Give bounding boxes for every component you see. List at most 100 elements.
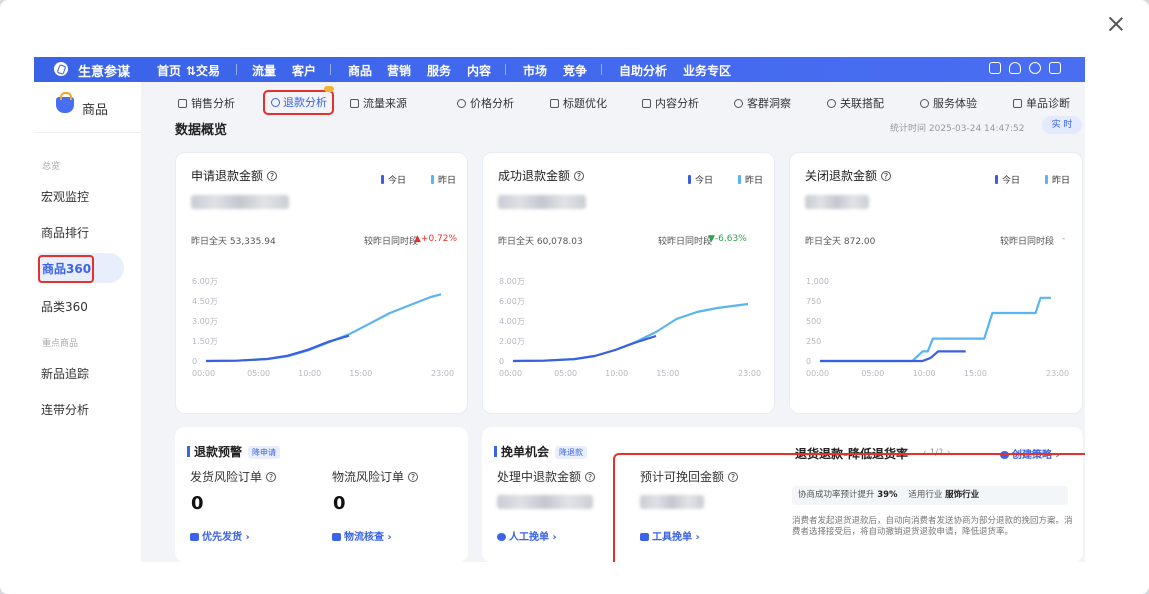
sidebar-item-new-product-tracking[interactable]: 新品追踪 — [41, 365, 89, 382]
y-tick-label: 250 — [806, 337, 821, 346]
priority-ship-link[interactable]: 优先发货 › — [190, 528, 250, 543]
sidebar-item-macro-monitor[interactable]: 宏观监控 — [41, 188, 89, 205]
tab-sales-analysis[interactable]: 销售分析 — [178, 95, 235, 111]
legend-yesterday: 昨日 — [738, 173, 763, 186]
tab-service-experience[interactable]: 服务体验 — [920, 95, 977, 111]
realtime-button[interactable]: 实 时 — [1042, 116, 1082, 134]
series-line-yesterday — [205, 293, 442, 363]
nav-product[interactable]: 商品 — [348, 62, 372, 79]
x-tick-label: 00:00 — [192, 369, 215, 378]
y-tick-label: 4.50万 — [192, 297, 218, 306]
nav-market[interactable]: 市场 — [523, 62, 547, 79]
refund-success-chart: 0 2.00万 4.00万 6.00万 8.00万 00:00 05:00 10:00 15:0… — [499, 277, 761, 378]
metric-card-apply-refund: 申请退款金额? 今日 昨日 昨日全天 53,335.94 较昨日同时段 ▲+0.… — [175, 152, 468, 414]
legend-swatch — [738, 175, 741, 184]
nav-service[interactable]: 服务 — [427, 62, 451, 79]
truck-icon — [190, 533, 199, 541]
user-icon[interactable] — [1009, 62, 1021, 74]
traffic-icon — [350, 99, 359, 108]
tab-refund-analysis[interactable]: 退款分析 — [263, 90, 334, 115]
legend-today: 今日 — [688, 173, 713, 186]
logistics-icon — [332, 533, 341, 541]
nav-self-analysis[interactable]: 自助分析 — [619, 62, 667, 79]
sidebar-item-bundle-analysis[interactable]: 连带分析 — [41, 401, 89, 418]
tab-audience-insight[interactable]: 客群洞察 — [734, 95, 791, 111]
redacted-value — [497, 495, 593, 509]
message-icon[interactable] — [989, 62, 1001, 74]
yesterday-total: 昨日全天 60,078.03 — [498, 237, 583, 247]
redacted-value — [805, 195, 869, 209]
refund-warning-card: 退款预警 降申请 发货风险订单? 0 优先发货 › 物流风险订单? 0 物流核查 … — [175, 427, 468, 562]
card-title: 关闭退款金额? — [805, 167, 892, 184]
card-title: 挽单机会 降退款 — [494, 443, 588, 460]
tab-title-optimize[interactable]: 标题优化 — [550, 95, 607, 111]
compare-label: 较昨日同时段 — [1000, 237, 1055, 247]
logo-icon — [54, 62, 68, 76]
y-tick-label: 0 — [192, 357, 197, 366]
nav-traffic[interactable]: 流量 — [252, 62, 276, 79]
sidebar-group-key-products: 重点商品 — [42, 339, 79, 349]
highlight-outline — [613, 453, 1085, 562]
y-tick-label: 6.00万 — [499, 297, 525, 306]
x-tick-label: 15:00 — [964, 369, 987, 378]
metric-card-success-refund: 成功退款金额? 今日 昨日 昨日全天 60,078.03 较昨日同时段 ▼-6.… — [482, 152, 775, 414]
manual-save-link[interactable]: 人工挽单 › — [497, 528, 557, 543]
y-tick-label: 2.00万 — [499, 337, 525, 346]
tab-related-match[interactable]: 关联搭配 — [827, 95, 884, 111]
question-icon[interactable]: ? — [585, 472, 596, 482]
section-title: 数据概览 — [175, 123, 228, 138]
diagnosis-icon — [1013, 99, 1022, 108]
tab-traffic-source[interactable]: 流量来源 — [350, 95, 407, 111]
sidebar-item-category-360[interactable]: 品类360 — [41, 298, 88, 315]
close-icon[interactable] — [1106, 14, 1126, 34]
compare-value: ▼-6.63% — [708, 234, 747, 244]
series-line-today — [820, 350, 966, 363]
tab-content-analysis[interactable]: 内容分析 — [642, 95, 699, 111]
logout-icon[interactable] — [1049, 62, 1061, 74]
metric-value: 0 — [333, 493, 346, 514]
x-tick-label: 15:00 — [656, 369, 679, 378]
badge: 降退款 — [555, 446, 588, 459]
nav-trade[interactable]: ⇅交易 — [186, 62, 220, 79]
sidebar-item-product-ranking[interactable]: 商品排行 — [41, 224, 89, 241]
yesterday-total: 昨日全天 872.00 — [805, 237, 876, 247]
question-icon[interactable]: ? — [408, 472, 419, 482]
y-tick-label: 4.00万 — [499, 317, 525, 326]
y-tick-label: 750 — [806, 297, 821, 306]
content-icon — [642, 99, 651, 108]
y-tick-label: 0 — [499, 357, 504, 366]
question-icon[interactable]: ? — [267, 171, 278, 181]
x-tick-label: 23:00 — [431, 369, 454, 378]
question-icon[interactable]: ? — [881, 171, 892, 181]
sidebar-item-product-360[interactable]: 商品360 — [38, 255, 94, 283]
logistics-check-link[interactable]: 物流核查 › — [332, 528, 392, 543]
nav-marketing[interactable]: 营销 — [387, 62, 411, 79]
tab-price-analysis[interactable]: 价格分析 — [457, 95, 514, 111]
question-icon[interactable]: ? — [266, 472, 277, 482]
card-title: 成功退款金额? — [498, 167, 585, 184]
screenshot-frame: 生意参谋 首页 ⇅交易 流量 客户 商品 营销 服务 内容 市场 竞争 自助分析… — [34, 57, 1085, 562]
metric-card-close-refund: 关闭退款金额? 今日 昨日 昨日全天 872.00 较昨日同时段 - 0 250 5… — [789, 152, 1083, 414]
legend-swatch — [688, 175, 691, 184]
nav-content[interactable]: 内容 — [467, 62, 491, 79]
nav-business-zone[interactable]: 业务专区 — [683, 62, 731, 79]
x-tick-label: 00:00 — [499, 369, 522, 378]
nav-divider — [505, 64, 506, 75]
question-icon[interactable]: ? — [574, 171, 585, 181]
stat-time: 统计时间 2025-03-24 14:47:52 — [890, 124, 1025, 134]
nav-competition[interactable]: 竞争 — [563, 62, 587, 79]
legend-swatch — [1045, 175, 1048, 184]
sidebar-header: 商品 — [34, 82, 141, 133]
service-icon — [920, 99, 929, 108]
brand-name: 生意参谋 — [78, 65, 131, 80]
y-tick-label: 3.00万 — [192, 317, 218, 326]
refund-close-chart: 0 250 500 750 1,000 00:00 05:00 10:00 15:00 23:00 — [806, 277, 1069, 378]
nav-customer[interactable]: 客户 — [292, 62, 316, 79]
nav-home[interactable]: 首页 — [157, 62, 181, 79]
card-title: 退款预警 降申请 — [187, 443, 281, 460]
x-tick-label: 05:00 — [247, 369, 270, 378]
series-line-today — [205, 334, 350, 363]
tab-item-diagnosis[interactable]: 单品诊断 — [1013, 95, 1070, 111]
help-icon[interactable] — [1029, 62, 1041, 74]
y-tick-label: 500 — [806, 317, 821, 326]
